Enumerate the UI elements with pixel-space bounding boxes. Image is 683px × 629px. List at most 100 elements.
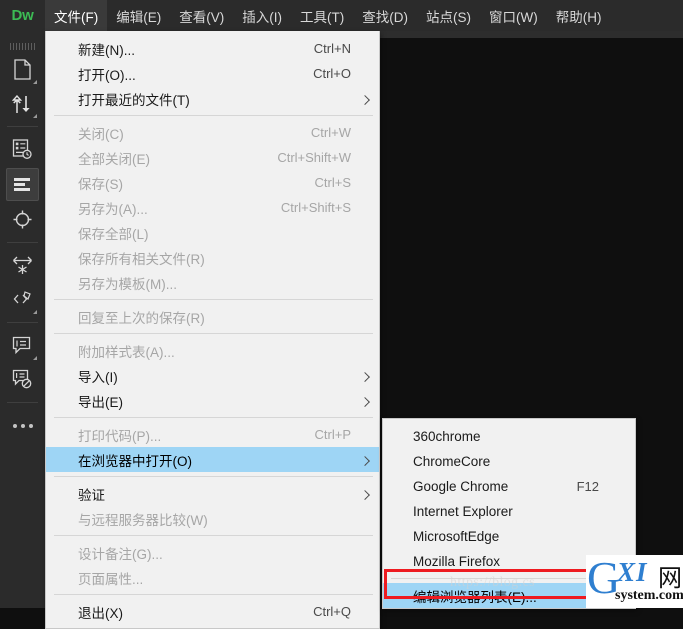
- menu-item-label: Mozilla Firefox: [413, 554, 501, 569]
- menu-item-label: 打开最近的文件(T): [78, 92, 190, 108]
- menubar-item-view[interactable]: 查看(V): [170, 0, 233, 31]
- menu-item-export[interactable]: 导出(E): [46, 388, 379, 413]
- menubar-item-window[interactable]: 窗口(W): [480, 0, 547, 31]
- chevron-right-icon: [360, 489, 370, 500]
- menu-separator: [54, 535, 373, 536]
- divider: [7, 242, 38, 243]
- dot: [12, 423, 17, 428]
- chevron-right-icon: [360, 455, 370, 466]
- menu-item-label: 另存为模板(M)...: [78, 276, 177, 292]
- menu-item-exit[interactable]: 退出(X) Ctrl+Q: [46, 599, 379, 624]
- browser-item-360chrome[interactable]: 360chrome: [383, 424, 635, 449]
- menu-item-label: 与远程服务器比较(W): [78, 512, 208, 528]
- file-dropdown-menu: 新建(N)... Ctrl+N 打开(O)... Ctrl+O 打开最近的文件(T) 关闭…: [45, 31, 380, 629]
- chevron-right-icon: [360, 371, 370, 382]
- menu-item-new[interactable]: 新建(N)... Ctrl+N: [46, 36, 379, 61]
- dom-target-icon[interactable]: [7, 204, 38, 235]
- menu-label: 文件(F): [54, 9, 99, 25]
- menu-item-shortcut: Ctrl+N: [313, 41, 351, 56]
- menu-item-label: Google Chrome: [413, 479, 509, 494]
- menu-item-label: 保存所有相关文件(R): [78, 251, 205, 267]
- menu-item-open-recent[interactable]: 打开最近的文件(T): [46, 86, 379, 111]
- menu-item-shortcut: F12: [576, 479, 599, 494]
- menubar-item-find[interactable]: 查找(D): [353, 0, 417, 31]
- menu-label: 窗口(W): [489, 9, 538, 25]
- menu-separator: [54, 299, 373, 300]
- menu-item-label: 打开(O)...: [78, 67, 136, 83]
- menu-label: 编辑(E): [116, 9, 162, 25]
- flyout-corner-icon: [33, 114, 37, 118]
- menu-item-label: 全部关闭(E): [78, 151, 150, 167]
- menu-item-label: ChromeCore: [413, 454, 491, 469]
- grip-handle-icon[interactable]: [9, 43, 36, 50]
- dreamweaver-logo-icon: Dw: [11, 7, 34, 24]
- menu-item-save-as: 另存为(A)... Ctrl+Shift+S: [46, 195, 379, 220]
- browser-item-google-chrome[interactable]: Google Chrome F12: [383, 474, 635, 499]
- menu-item-label: 编辑浏览器列表(E)...: [413, 589, 537, 605]
- menu-item-save: 保存(S) Ctrl+S: [46, 170, 379, 195]
- dreamweaver-window: <> _5_variables_1.php <>: [0, 0, 683, 629]
- menubar-item-file[interactable]: 文件(F): [45, 0, 108, 31]
- menu-item-open-in-browser[interactable]: 在浏览器中打开(O): [46, 447, 379, 472]
- menu-item-validate[interactable]: 验证: [46, 481, 379, 506]
- css-designer-icon[interactable]: [7, 250, 38, 281]
- menu-bar: Dw 文件(F) 编辑(E) 查看(V) 插入(I) 工具(T) 查找(D) 站点(S) 窗口…: [0, 0, 683, 31]
- chevron-right-icon: [360, 94, 370, 105]
- code-behavior-icon[interactable]: [7, 284, 38, 315]
- menu-item-label: 保存全部(L): [78, 226, 149, 242]
- flyout-corner-icon: [33, 356, 37, 360]
- menu-item-print-code: 打印代码(P)... Ctrl+P: [46, 422, 379, 447]
- menu-item-import[interactable]: 导入(I): [46, 363, 379, 388]
- menu-item-label: 验证: [78, 487, 105, 503]
- menu-item-shortcut: Ctrl+O: [313, 66, 351, 81]
- insert-comment-icon[interactable]: [7, 330, 38, 361]
- menu-item-compare-remote: 与远程服务器比较(W): [46, 506, 379, 531]
- menubar-item-edit[interactable]: 编辑(E): [107, 0, 170, 31]
- more-options-icon[interactable]: [7, 410, 38, 441]
- menu-item-label: 360chrome: [413, 429, 481, 444]
- menubar-item-site[interactable]: 站点(S): [417, 0, 480, 31]
- browser-item-chromecore[interactable]: ChromeCore: [383, 449, 635, 474]
- menu-item-label: 另存为(A)...: [78, 201, 148, 217]
- menu-item-open[interactable]: 打开(O)... Ctrl+O: [46, 61, 379, 86]
- menu-item-label: 在浏览器中打开(O): [78, 453, 192, 469]
- browser-item-microsoft-edge[interactable]: MicrosoftEdge: [383, 524, 635, 549]
- flyout-corner-icon: [33, 80, 37, 84]
- watermark-logo-xi: XI: [617, 557, 648, 587]
- new-document-icon[interactable]: [7, 54, 38, 85]
- menu-item-shortcut: Ctrl+Q: [313, 604, 351, 619]
- menu-label: 站点(S): [426, 9, 471, 25]
- file-transfer-icon[interactable]: [7, 88, 38, 119]
- left-toolbar-rail: [0, 31, 46, 608]
- divider: [7, 322, 38, 323]
- menu-label: 帮助(H): [555, 9, 602, 25]
- menu-item-label: 附加样式表(A)...: [78, 344, 175, 360]
- menu-item-shortcut: Ctrl+S: [314, 175, 351, 190]
- menu-item-label: 退出(X): [78, 605, 123, 621]
- remove-comment-icon[interactable]: [7, 364, 38, 395]
- menu-separator: [54, 417, 373, 418]
- dot: [20, 423, 25, 428]
- divider: [7, 402, 38, 403]
- menu-item-save-all: 保存全部(L): [46, 220, 379, 245]
- menu-item-close: 关闭(C) Ctrl+W: [46, 120, 379, 145]
- menu-item-shortcut: Ctrl+W: [310, 125, 351, 140]
- menu-item-label: 回复至上次的保存(R): [78, 310, 205, 326]
- assets-panel-icon[interactable]: [7, 134, 38, 165]
- dot: [28, 423, 33, 428]
- menu-separator: [54, 594, 373, 595]
- menu-label: 插入(I): [242, 9, 282, 25]
- menubar-item-insert[interactable]: 插入(I): [233, 0, 291, 31]
- menu-item-shortcut: Ctrl+P: [314, 427, 351, 442]
- menu-item-page-properties: 页面属性...: [46, 565, 379, 590]
- menu-separator: [54, 476, 373, 477]
- menubar-item-help[interactable]: 帮助(H): [547, 0, 611, 31]
- menu-item-attach-stylesheet: 附加样式表(A)...: [46, 338, 379, 363]
- snippets-panel-icon[interactable]: [6, 168, 39, 201]
- browser-item-internet-explorer[interactable]: Internet Explorer: [383, 499, 635, 524]
- menu-item-revert: 回复至上次的保存(R): [46, 304, 379, 329]
- chevron-right-icon: [360, 396, 370, 407]
- menu-item-label: 打印代码(P)...: [78, 428, 162, 444]
- menubar-item-tools[interactable]: 工具(T): [291, 0, 353, 31]
- menu-item-label: 页面属性...: [78, 571, 144, 587]
